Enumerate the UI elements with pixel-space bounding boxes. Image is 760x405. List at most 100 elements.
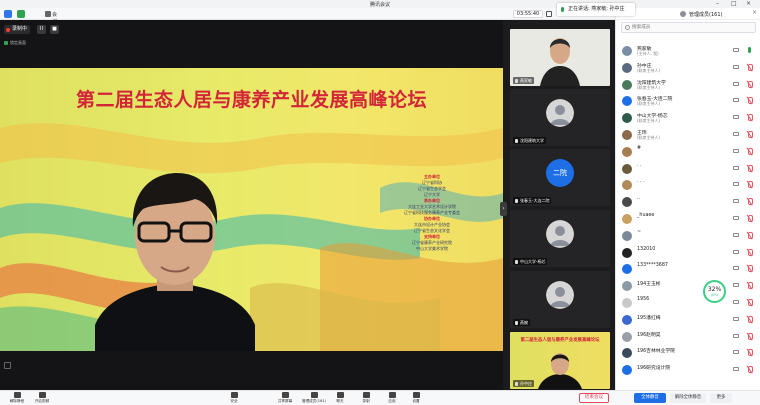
lock-view-hint[interactable]: 锁定画面 [4, 40, 26, 46]
mic-muted-icon[interactable] [747, 282, 753, 290]
mic-muted-icon[interactable] [747, 97, 753, 105]
layout-icon[interactable] [546, 11, 552, 17]
camera-icon[interactable] [733, 216, 739, 220]
member-row[interactable]: ~ [616, 229, 760, 245]
close-icon[interactable]: × [746, 0, 751, 8]
mic-muted-icon[interactable] [747, 164, 753, 172]
member-row[interactable]: 196赵明昊 [616, 330, 760, 346]
video-thumbnail[interactable]: 中山大学-杨芯 [510, 210, 610, 267]
camera-icon[interactable] [733, 165, 739, 170]
camera-icon[interactable] [733, 283, 739, 288]
mic-muted-icon[interactable] [747, 315, 753, 323]
speaking-indicator: 正在讲话: 燕家敏; 孙中庄 [557, 3, 635, 16]
mic-muted-icon[interactable] [747, 215, 753, 222]
camera-icon[interactable] [733, 266, 739, 271]
member-row[interactable]: 196研究设计院 [616, 363, 760, 379]
mic-muted-icon[interactable] [747, 114, 753, 122]
camera-icon[interactable] [733, 350, 739, 355]
shield-icon[interactable] [4, 10, 12, 18]
camera-icon[interactable] [733, 367, 739, 372]
camera-icon[interactable] [733, 232, 739, 237]
member-row[interactable]: 孙中庄 (联席主持人) [616, 61, 760, 77]
end-meeting-button[interactable]: 结束会议 [579, 393, 609, 403]
video-thumbnail[interactable]: 第二届生态人居与康养产业发展高峰论坛 孙中庄 [510, 332, 610, 389]
meeting-code-label[interactable]: 会议号 [52, 11, 60, 32]
toolbar-item[interactable]: 解除静音 [5, 392, 29, 405]
camera-icon[interactable] [733, 333, 739, 338]
mic-muted-icon[interactable] [747, 147, 753, 155]
minimize-icon[interactable]: – [716, 0, 719, 8]
mic-muted-icon[interactable] [747, 231, 753, 239]
member-avatar [622, 163, 632, 174]
member-row[interactable]: # [616, 145, 760, 161]
toolbar-item[interactable]: 聊天 [328, 392, 352, 405]
mic-icon[interactable] [748, 47, 751, 53]
close-panel-button[interactable]: × [752, 9, 757, 16]
member-row[interactable]: 133****3687 [616, 262, 760, 278]
mic-muted-icon[interactable] [747, 366, 753, 374]
camera-icon[interactable] [733, 199, 739, 204]
member-row[interactable]: 燕家敏 (主持人, 我) [616, 44, 760, 60]
member-search-input[interactable] [621, 22, 756, 33]
network-usage-widget[interactable]: 32% APU [703, 280, 726, 303]
info-icon[interactable] [45, 11, 51, 17]
toolbar-item[interactable]: 应用 [380, 392, 404, 405]
camera-icon[interactable] [733, 300, 739, 304]
video-thumbnail[interactable]: 二院 张春玉-大连二院 [510, 149, 610, 206]
stop-recording-button[interactable]: ■ [50, 25, 59, 34]
mute-all-button[interactable]: 全体静音 [634, 393, 666, 403]
toolbar-item[interactable]: 安全 [222, 392, 246, 405]
video-thumbnail[interactable]: 沈阳建筑大学 [510, 89, 610, 146]
camera-icon[interactable] [733, 98, 739, 103]
mic-muted-icon[interactable] [747, 181, 753, 189]
camera-icon[interactable] [733, 316, 739, 321]
camera-icon[interactable] [733, 81, 739, 86]
mic-muted-icon[interactable] [747, 265, 753, 273]
recording-badge[interactable]: 录制中 [4, 25, 31, 34]
toolbar-item[interactable]: 管理成员(161) [302, 392, 326, 405]
member-row[interactable]: . . [616, 162, 760, 178]
camera-icon[interactable] [733, 64, 739, 69]
member-row[interactable]: 张春玉-大连二院 (联席主持人) [616, 94, 760, 110]
member-row[interactable]: .. [616, 195, 760, 211]
mic-muted-icon[interactable] [747, 299, 753, 306]
member-row[interactable]: 194王玉彬 [616, 279, 760, 295]
member-row[interactable]: 195潘红梅 [616, 313, 760, 329]
mic-muted-icon[interactable] [747, 63, 753, 71]
camera-icon[interactable] [733, 115, 739, 120]
pause-recording-button[interactable]: II [37, 25, 46, 34]
camera-icon[interactable] [733, 148, 739, 153]
member-row[interactable]: 中山大学-杨芯 (联席主持人) [616, 111, 760, 127]
video-thumbnail[interactable]: 燕家敏 [510, 29, 610, 86]
participant-video [540, 38, 580, 86]
video-thumbnail[interactable]: 燕婉 [510, 271, 610, 328]
camera-icon[interactable] [733, 249, 739, 254]
more-button[interactable]: 更多 [710, 393, 732, 403]
member-row[interactable]: 王玮 (联席主持人) [616, 128, 760, 144]
camera-icon[interactable] [733, 182, 739, 187]
fullscreen-icon[interactable] [4, 362, 11, 369]
toolbar-item[interactable]: 开启视频 [30, 392, 54, 405]
maximize-icon[interactable]: □ [731, 0, 737, 8]
toolbar-item-label: 设置 [412, 399, 420, 403]
mic-muted-icon[interactable] [747, 248, 753, 256]
mic-muted-icon[interactable] [747, 131, 753, 138]
toolbar-item[interactable]: 设置 [404, 392, 428, 405]
mic-muted-icon[interactable] [747, 80, 753, 88]
member-row[interactable]: 196吉林林业学院 [616, 346, 760, 362]
toolbar-item[interactable]: 共享屏幕 [273, 392, 297, 405]
toolbar-item[interactable]: 录制 [354, 392, 378, 405]
unmute-all-button[interactable]: 解除全体静音 [670, 393, 706, 403]
member-row[interactable]: _huaee [616, 212, 760, 228]
mic-muted-icon[interactable] [747, 332, 753, 340]
member-row[interactable]: 沈阳建筑大学 (联席主持人) [616, 78, 760, 94]
member-row[interactable]: 132010 [616, 246, 760, 262]
member-row[interactable]: 1956 [616, 296, 760, 312]
member-row[interactable]: . . . [616, 178, 760, 194]
mic-muted-icon[interactable] [747, 349, 753, 357]
signal-icon[interactable] [17, 10, 25, 18]
camera-icon[interactable] [733, 132, 739, 136]
camera-icon[interactable] [733, 48, 739, 52]
collapse-video-list-button[interactable]: › [500, 202, 507, 216]
mic-muted-icon[interactable] [747, 198, 753, 206]
